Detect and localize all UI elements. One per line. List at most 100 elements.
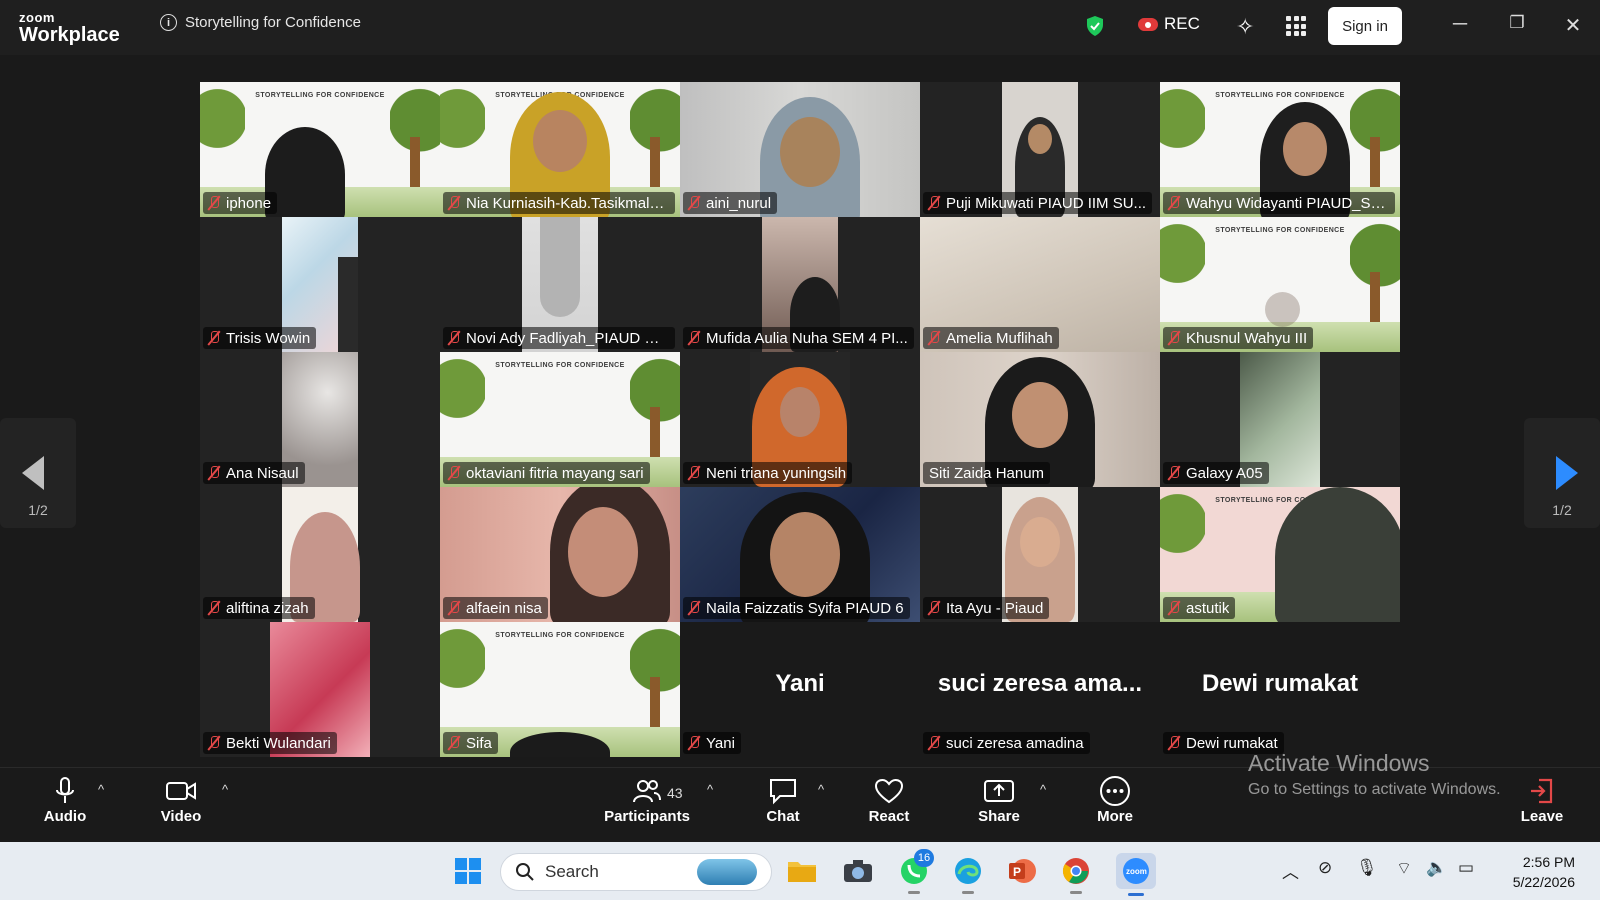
video-tile[interactable]: alfaein nisa <box>440 487 680 622</box>
clock-time: 2:56 PM <box>1522 854 1575 870</box>
wifi-icon[interactable]: ⌔ <box>1396 858 1412 879</box>
video-tile[interactable]: aliftina zizah <box>200 487 440 622</box>
video-tile[interactable]: Galaxy A05 <box>1160 352 1400 487</box>
video-tile[interactable]: Mufida Aulia Nuha SEM 4 PI... <box>680 217 920 352</box>
react-button[interactable]: React <box>866 774 912 836</box>
video-tile[interactable]: Puji Mikuwati PIAUD IIM SU... <box>920 82 1160 217</box>
camera-app-icon[interactable] <box>842 855 874 887</box>
chat-bubble-icon <box>770 779 796 805</box>
participants-options-caret[interactable]: ^ <box>707 782 713 797</box>
video-tile[interactable]: Bekti Wulandari <box>200 622 440 757</box>
video-label: Video <box>160 808 202 825</box>
gallery-grid: STORYTELLING FOR CONFIDENCE iphone STORY… <box>200 82 1400 757</box>
whatsapp-badge: 16 <box>914 849 934 867</box>
participant-name-tag: Ana Nisaul <box>203 462 305 484</box>
restore-icon[interactable]: ❐ <box>1502 13 1532 33</box>
mic-muted-icon <box>207 600 221 616</box>
video-tile[interactable]: Ana Nisaul <box>200 352 440 487</box>
mic-muted-icon <box>687 735 701 751</box>
video-tile[interactable]: Amelia Muflihah <box>920 217 1160 352</box>
zoom-logo: zoom Workplace <box>19 11 120 45</box>
participant-name-tag: Galaxy A05 <box>1163 462 1269 484</box>
video-tile[interactable]: Naila Faizzatis Syifa PIAUD 6 <box>680 487 920 622</box>
video-options-caret[interactable]: ^ <box>222 782 228 797</box>
windows-start-icon[interactable] <box>452 855 484 887</box>
zoom-app-icon[interactable]: zoom <box>1116 853 1156 896</box>
video-tile[interactable]: Neni triana yuningsih <box>680 352 920 487</box>
participants-button[interactable]: Participants <box>604 774 690 836</box>
network-off-icon[interactable]: ⊘ <box>1318 858 1332 878</box>
close-icon[interactable]: ✕ <box>1558 13 1588 38</box>
next-page-button[interactable]: 1/2 <box>1524 418 1600 528</box>
video-tile[interactable]: Trisis Wowin <box>200 217 440 352</box>
apps-grid-icon[interactable] <box>1286 16 1306 36</box>
mic-muted-icon <box>927 330 941 346</box>
banner-title: STORYTELLING FOR CONFIDENCE <box>255 92 385 99</box>
powerpoint-icon[interactable]: P <box>1006 855 1038 887</box>
show-hidden-icons-chevron[interactable]: ︿ <box>1282 858 1299 883</box>
chrome-browser-icon[interactable] <box>1060 855 1092 894</box>
mic-muted-icon <box>207 330 221 346</box>
more-icon <box>1100 776 1130 806</box>
participant-name-tag: aini_nurul <box>683 192 778 214</box>
previous-page-button[interactable]: 1/2 <box>0 418 76 528</box>
video-tile[interactable]: STORYTELLING FOR CONFIDENCE Sifa <box>440 622 680 757</box>
svg-text:P: P <box>1013 865 1021 879</box>
chat-button[interactable]: Chat <box>760 774 806 836</box>
chat-options-caret[interactable]: ^ <box>818 782 824 797</box>
record-label: REC <box>1164 14 1200 33</box>
video-tile[interactable]: STORYTELLING FOR CONFIDENCE Nia Kurniasi… <box>440 82 680 217</box>
leave-label: Leave <box>1520 808 1564 825</box>
participant-name-tag: suci zeresa amadina <box>923 732 1090 754</box>
info-icon[interactable]: i <box>160 14 177 31</box>
edge-browser-icon[interactable] <box>952 855 984 894</box>
svg-text:zoom: zoom <box>1126 867 1147 876</box>
video-tile-off[interactable]: Yani Yani <box>680 622 920 757</box>
video-tile-off[interactable]: suci zeresa ama... suci zeresa amadina <box>920 622 1160 757</box>
leave-button[interactable]: Leave <box>1518 774 1566 836</box>
participant-display-name: suci zeresa ama... <box>937 670 1143 697</box>
participant-name-tag: alfaein nisa <box>443 597 548 619</box>
video-button[interactable]: Video <box>158 774 204 836</box>
audio-options-caret[interactable]: ^ <box>98 782 104 797</box>
video-tile[interactable]: Ita Ayu - Piaud <box>920 487 1160 622</box>
share-options-caret[interactable]: ^ <box>1040 782 1046 797</box>
minimize-icon[interactable]: ─ <box>1445 13 1475 36</box>
video-tile[interactable]: STORYTELLING FOR CONFIDENCE astutik <box>1160 487 1400 622</box>
participant-name-tag: Naila Faizzatis Syifa PIAUD 6 <box>683 597 910 619</box>
participant-name-tag: Mufida Aulia Nuha SEM 4 PI... <box>683 327 914 349</box>
mic-muted-icon <box>447 330 461 346</box>
participant-name-tag: aliftina zizah <box>203 597 315 619</box>
page-indicator-right: 1/2 <box>1552 502 1572 518</box>
video-tile[interactable]: STORYTELLING FOR CONFIDENCE Khusnul Wahy… <box>1160 217 1400 352</box>
meeting-info[interactable]: i Storytelling for Confidence <box>160 14 361 31</box>
file-explorer-icon[interactable] <box>786 855 818 887</box>
whatsapp-icon[interactable]: 16 <box>898 849 934 894</box>
audio-button[interactable]: Audio <box>42 774 88 836</box>
video-tile-off[interactable]: Dewi rumakat Dewi rumakat <box>1160 622 1400 757</box>
share-label: Share <box>978 808 1020 825</box>
volume-icon[interactable]: 🔈 <box>1426 858 1447 878</box>
video-tile[interactable]: aini_nurul <box>680 82 920 217</box>
mic-tray-icon[interactable]: 🎙 <box>1356 858 1378 878</box>
participants-count: 43 <box>667 785 683 801</box>
active-speaker-tile[interactable]: Siti Zaida Hanum <box>920 352 1160 487</box>
system-clock[interactable]: 2:56 PM 5/22/2026 <box>1505 852 1575 892</box>
participant-name-tag: Puji Mikuwati PIAUD IIM SU... <box>923 192 1153 214</box>
taskbar-search-input[interactable]: Search <box>500 853 772 891</box>
shield-icon[interactable] <box>1085 15 1105 37</box>
video-tile[interactable]: Novi Ady Fadliyah_PIAUD SE... <box>440 217 680 352</box>
video-tile[interactable]: STORYTELLING FOR CONFIDENCE Wahyu Widaya… <box>1160 82 1400 217</box>
search-highlight-icon <box>697 859 757 885</box>
logo-bottom: Workplace <box>19 24 120 46</box>
battery-charging-icon[interactable]: ▭ <box>1458 858 1474 878</box>
react-label: React <box>868 808 910 825</box>
video-tile[interactable]: STORYTELLING FOR CONFIDENCE oktaviani fi… <box>440 352 680 487</box>
ai-companion-icon[interactable]: ✧ <box>1236 14 1254 40</box>
video-tile[interactable]: STORYTELLING FOR CONFIDENCE iphone <box>200 82 440 217</box>
share-button[interactable]: Share <box>976 774 1022 836</box>
sign-in-button[interactable]: Sign in <box>1328 7 1402 45</box>
logo-top: zoom <box>19 10 55 25</box>
record-button[interactable]: REC <box>1138 14 1200 34</box>
more-button[interactable]: More <box>1092 774 1138 836</box>
